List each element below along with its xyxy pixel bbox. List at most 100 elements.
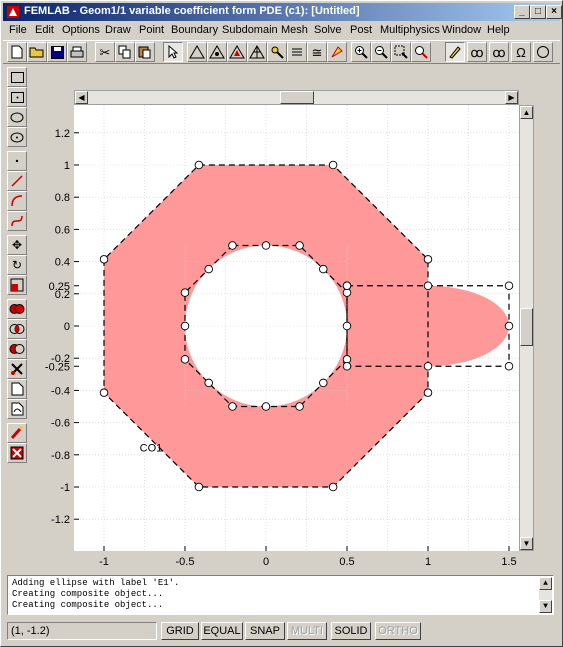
omega-subdomain-icon[interactable]: Ω	[511, 42, 531, 62]
new-file-icon[interactable]	[7, 42, 27, 62]
vertex-point[interactable]	[99, 255, 109, 264]
close-button[interactable]: ×	[546, 5, 562, 19]
vertex-point[interactable]	[342, 362, 352, 371]
scroll-right-button[interactable]: ▶	[505, 91, 518, 104]
ortho-toggle-button[interactable]: ORTHO	[375, 622, 421, 640]
select-arrow-icon[interactable]	[163, 42, 183, 62]
vertex-point[interactable]	[99, 388, 109, 397]
multiphysics-icon[interactable]: ꝏ	[489, 42, 509, 62]
vertex-point[interactable]	[261, 241, 271, 250]
vertex-point[interactable]	[342, 321, 352, 331]
object-properties-icon[interactable]	[7, 423, 27, 443]
coerce-curve-icon[interactable]	[7, 399, 27, 419]
vertex-point[interactable]	[295, 241, 304, 250]
minimize-button[interactable]: _	[514, 5, 530, 19]
copy-icon[interactable]	[115, 42, 135, 62]
delete-objects-icon[interactable]	[7, 443, 27, 463]
vertex-point[interactable]	[261, 402, 271, 411]
geometry-canvas[interactable]: CO1	[74, 105, 519, 551]
geometry-plot-area[interactable]: CO1 -1 -0.5 0 0.5 1 1.5 1.2 1 0.8 0.6 0.4 0.25 0.2 0-…	[45, 105, 519, 568]
vertex-point[interactable]	[319, 264, 328, 274]
solve-problem-icon[interactable]: ≅	[307, 42, 327, 62]
ellipse-icon[interactable]	[7, 107, 27, 127]
centered-ellipse-icon[interactable]	[7, 127, 27, 147]
model-navigator-icon[interactable]: ꝏ	[467, 42, 487, 62]
vertex-point[interactable]	[295, 402, 304, 411]
mesh-mode-icon[interactable]	[247, 42, 267, 62]
vertex-point[interactable]	[194, 160, 204, 170]
menu-mesh[interactable]: Mesh	[281, 24, 308, 36]
print-icon[interactable]	[67, 42, 87, 62]
zoom-icon[interactable]	[411, 42, 431, 62]
menu-multiphysics[interactable]: Multiphysics	[380, 24, 440, 36]
boundary-mode-icon[interactable]	[207, 42, 227, 62]
rotate-icon[interactable]: ↻	[7, 255, 27, 275]
horizontal-scrollbar[interactable]: ◀ ▶	[74, 90, 519, 105]
zoom-window-icon[interactable]	[351, 42, 371, 62]
paste-icon[interactable]	[135, 42, 155, 62]
vertex-point[interactable]	[194, 482, 204, 492]
circle-tool-icon[interactable]	[533, 42, 553, 62]
message-scrollbar[interactable]: ▲ ▼	[539, 577, 552, 613]
vertex-point[interactable]	[180, 321, 190, 331]
menu-draw[interactable]: Draw	[105, 24, 131, 36]
scroll-left-button[interactable]: ◀	[75, 91, 88, 104]
equal-toggle-button[interactable]: EQUAL	[201, 622, 243, 640]
point-mode-icon[interactable]	[187, 42, 207, 62]
open-folder-icon[interactable]	[27, 42, 47, 62]
menu-subdomain[interactable]: Subdomain	[222, 24, 278, 36]
horizontal-scroll-thumb[interactable]	[280, 91, 314, 104]
vertical-scrollbar[interactable]: ▲ ▼	[519, 105, 534, 551]
plot-parameters-icon[interactable]	[327, 42, 347, 62]
vertex-point[interactable]	[423, 388, 433, 397]
vertical-scroll-thumb[interactable]	[520, 308, 533, 346]
difference-icon[interactable]	[7, 339, 27, 359]
rectangle-icon[interactable]	[7, 67, 27, 87]
vertex-point[interactable]	[228, 402, 237, 411]
menu-file[interactable]: File	[9, 24, 27, 36]
grid-toggle-button[interactable]: GRID	[161, 622, 199, 640]
vertex-point[interactable]	[423, 281, 433, 290]
title-bar[interactable]: FEMLAB - Geom1/1 variable coefficient fo…	[3, 3, 562, 21]
vertex-point[interactable]	[423, 255, 433, 264]
menu-boundary[interactable]: Boundary	[171, 24, 218, 36]
line-icon[interactable]	[7, 171, 27, 191]
vertex-point[interactable]	[204, 378, 213, 388]
menu-help[interactable]: Help	[487, 24, 510, 36]
vertex-point[interactable]	[180, 355, 190, 364]
scroll-up-button[interactable]: ▲	[520, 106, 533, 119]
vertex-point[interactable]	[504, 321, 514, 331]
split-icon[interactable]	[7, 359, 27, 379]
menu-options[interactable]: Options	[62, 24, 100, 36]
draw-mode-icon[interactable]	[445, 42, 465, 62]
multi-toggle-button[interactable]: MULTI	[287, 622, 327, 640]
vertex-point[interactable]	[204, 264, 213, 274]
refine-mesh-icon[interactable]	[267, 42, 287, 62]
vertex-point[interactable]	[319, 378, 328, 388]
vertex-point[interactable]	[504, 362, 514, 371]
centered-rectangle-icon[interactable]	[7, 87, 27, 107]
menu-solve[interactable]: Solve	[314, 24, 342, 36]
cut-icon[interactable]: ✂	[95, 42, 115, 62]
zoom-out-icon[interactable]	[371, 42, 391, 62]
vertex-point[interactable]	[180, 288, 190, 297]
arc-icon[interactable]	[7, 191, 27, 211]
vertex-point[interactable]	[504, 281, 514, 290]
coerce-solid-icon[interactable]	[7, 379, 27, 399]
union-icon[interactable]	[7, 299, 27, 319]
point-icon[interactable]	[7, 151, 27, 171]
message-scroll-down[interactable]: ▼	[539, 600, 552, 613]
vertex-point[interactable]	[228, 241, 237, 250]
vertex-point[interactable]	[423, 362, 433, 371]
vertex-point[interactable]	[328, 482, 338, 492]
curve-icon[interactable]	[7, 211, 27, 231]
menu-post[interactable]: Post	[350, 24, 372, 36]
zoom-extents-icon[interactable]	[391, 42, 411, 62]
maximize-button[interactable]: □	[530, 5, 546, 19]
save-icon[interactable]	[47, 42, 67, 62]
menu-edit[interactable]: Edit	[35, 24, 54, 36]
vertex-point[interactable]	[342, 281, 352, 290]
message-scroll-up[interactable]: ▲	[539, 577, 552, 590]
menu-point[interactable]: Point	[139, 24, 164, 36]
subdomain-mode-icon[interactable]	[227, 42, 247, 62]
